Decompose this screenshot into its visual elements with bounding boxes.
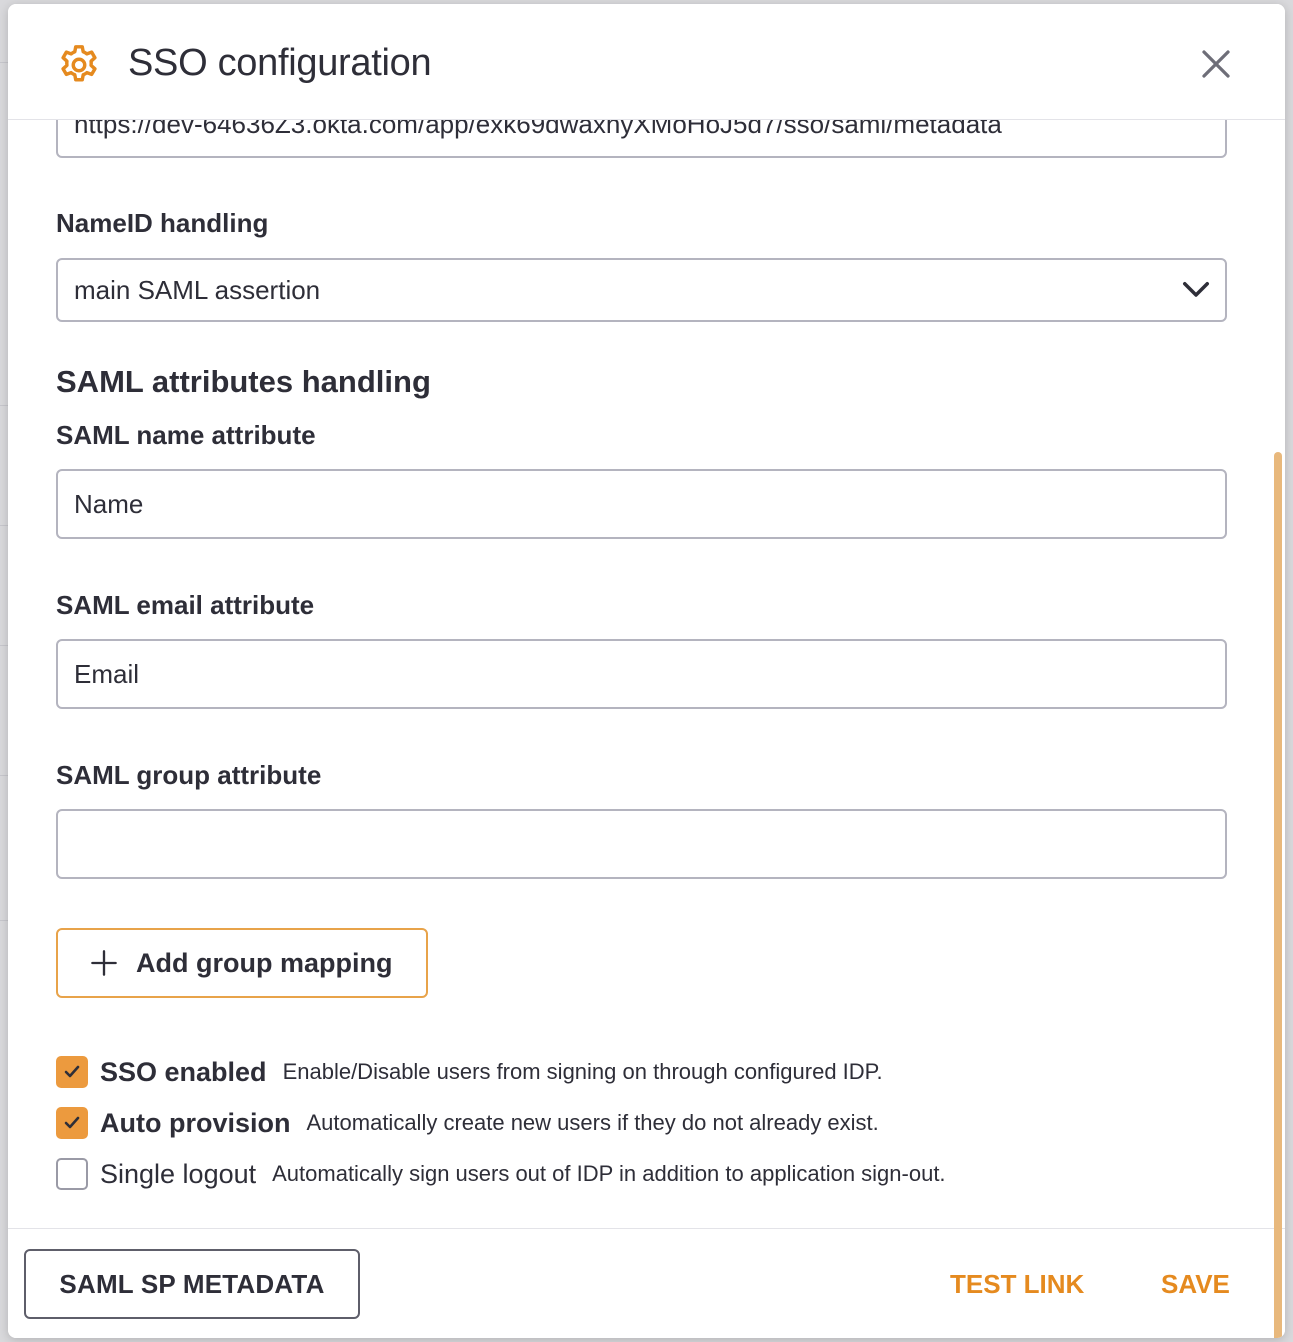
sso-enabled-title: SSO enabled (100, 1056, 267, 1087)
single-logout-checkbox[interactable] (56, 1158, 88, 1190)
background-divider (0, 62, 8, 63)
auto-provision-description: Automatically create new users if they d… (306, 1110, 879, 1135)
background-divider (0, 405, 8, 406)
background-divider (0, 645, 8, 646)
saml-name-attribute-input[interactable]: Name (56, 469, 1227, 539)
add-group-mapping-label: Add group mapping (136, 947, 393, 978)
option-sso-enabled[interactable]: SSO enabled Enable/Disable users from si… (56, 1054, 883, 1090)
saml-attributes-section-title: SAML attributes handling (56, 364, 431, 399)
saml-email-attribute-value: Email (74, 658, 140, 689)
auto-provision-checkbox[interactable] (56, 1107, 88, 1139)
add-group-mapping-button[interactable]: Add group mapping (56, 928, 428, 998)
dialog-title: SSO configuration (128, 42, 432, 84)
background-divider (0, 920, 8, 921)
auto-provision-title: Auto provision (100, 1107, 291, 1138)
sso-configuration-dialog: SSO configuration https://dev-64636Z3.ok… (8, 4, 1285, 1338)
dialog-body: https://dev-64636Z3.okta.com/app/exk69dw… (8, 120, 1285, 1228)
nameid-label: NameID handling (56, 208, 269, 238)
option-auto-provision[interactable]: Auto provision Automatically create new … (56, 1105, 879, 1141)
chevron-down-icon (1183, 282, 1209, 297)
nameid-select[interactable]: main SAML assertion (56, 258, 1227, 322)
sso-enabled-description: Enable/Disable users from signing on thr… (282, 1059, 883, 1084)
save-button[interactable]: SAVE (1161, 1269, 1230, 1300)
dialog-footer: SAML SP METADATA TEST LINK SAVE (8, 1228, 1285, 1338)
dialog-header: SSO configuration (8, 4, 1285, 120)
close-icon[interactable] (1198, 46, 1234, 82)
saml-email-attribute-label: SAML email attribute (56, 590, 315, 620)
test-link-button[interactable]: TEST LINK (950, 1269, 1084, 1300)
saml-sp-metadata-button[interactable]: SAML SP METADATA (24, 1249, 360, 1319)
saml-name-attribute-value: Name (74, 488, 144, 519)
check-icon (64, 1065, 80, 1078)
nameid-selected-value: main SAML assertion (74, 274, 321, 305)
saml-email-attribute-input[interactable]: Email (56, 639, 1227, 709)
saml-group-attribute-input[interactable] (56, 809, 1227, 879)
metadata-url-input[interactable]: https://dev-64636Z3.okta.com/app/exk69dw… (56, 120, 1227, 158)
option-single-logout[interactable]: Single logout Automatically sign users o… (56, 1156, 946, 1192)
single-logout-description: Automatically sign users out of IDP in a… (272, 1161, 946, 1186)
saml-group-attribute-label: SAML group attribute (56, 760, 322, 790)
scrollbar-thumb[interactable] (1274, 452, 1282, 1338)
background-divider (0, 525, 8, 526)
sso-enabled-checkbox[interactable] (56, 1056, 88, 1088)
check-icon (64, 1116, 80, 1129)
saml-name-attribute-label: SAML name attribute (56, 420, 316, 450)
background-divider (0, 775, 8, 776)
plus-icon (91, 950, 117, 976)
gear-icon (61, 45, 97, 82)
single-logout-title: Single logout (100, 1158, 257, 1189)
metadata-url-value: https://dev-64636Z3.okta.com/app/exk69dw… (74, 120, 1002, 139)
